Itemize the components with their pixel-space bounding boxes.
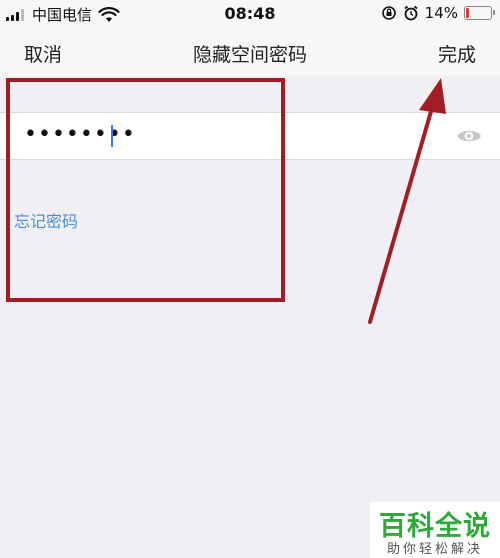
- nav-bar: 取消 隐藏空间密码 完成: [0, 28, 500, 76]
- eye-icon[interactable]: [456, 125, 482, 147]
- status-bar-right: 14%: [381, 4, 495, 22]
- watermark: 百科全说 助你轻松解决: [370, 502, 500, 558]
- battery-percent: 14%: [424, 4, 458, 22]
- page-title: 隐藏空间密码: [192, 44, 307, 66]
- battery-fill: [466, 8, 469, 18]
- battery-icon: [464, 6, 495, 20]
- status-bar: 中国电信 08:48 14%: [0, 0, 500, 28]
- orientation-lock-icon: [381, 6, 396, 20]
- done-button[interactable]: 完成: [438, 40, 476, 67]
- annotation-highlight-box: [6, 78, 285, 302]
- watermark-subtitle: 助你轻松解决: [386, 542, 483, 557]
- alarm-icon: [404, 5, 418, 21]
